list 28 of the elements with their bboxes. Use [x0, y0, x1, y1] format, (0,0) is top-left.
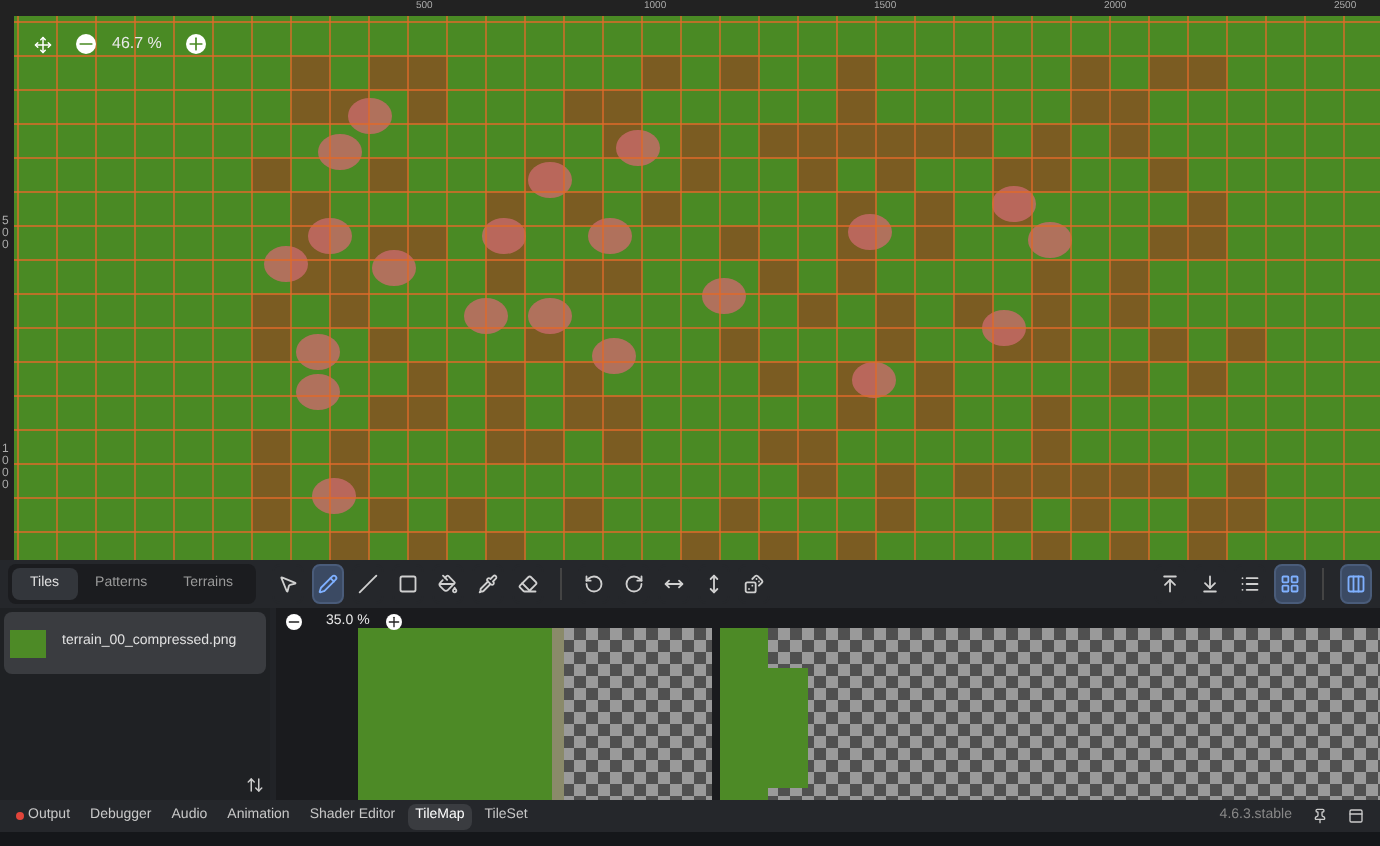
expand-panel-icon[interactable] [1348, 808, 1364, 824]
pipette-icon [477, 574, 498, 594]
bucket-icon [437, 574, 458, 594]
columns-icon [1346, 574, 1366, 594]
pin-icon[interactable] [1312, 808, 1328, 824]
move-icon[interactable] [34, 35, 52, 53]
texture-thumbnail [10, 629, 46, 657]
tool-button[interactable] [1340, 564, 1372, 604]
tool-button[interactable] [311, 564, 344, 604]
sort-icon[interactable] [246, 776, 264, 794]
dice-icon [743, 574, 764, 594]
eraser-icon [517, 574, 538, 594]
rotate-left-icon [583, 574, 604, 594]
rotate-right-icon [623, 574, 644, 594]
canvas-viewport[interactable]: 46.7 % [14, 16, 1380, 560]
zoom-out-icon[interactable] [286, 614, 302, 631]
pencil-icon [317, 574, 338, 594]
arrow-down-icon [1200, 574, 1220, 594]
tool-button[interactable] [1274, 564, 1306, 604]
horizontal-arrows-icon [663, 574, 684, 594]
rectangle-icon [397, 574, 418, 594]
zoom-in-icon[interactable] [385, 614, 402, 631]
line-icon [357, 574, 378, 594]
list-icon [1240, 574, 1260, 594]
arrow-up-icon [1160, 574, 1180, 594]
zoom-level: 46.7 % [112, 32, 162, 56]
grid-icon [1280, 574, 1300, 594]
pointer-icon [277, 574, 298, 594]
